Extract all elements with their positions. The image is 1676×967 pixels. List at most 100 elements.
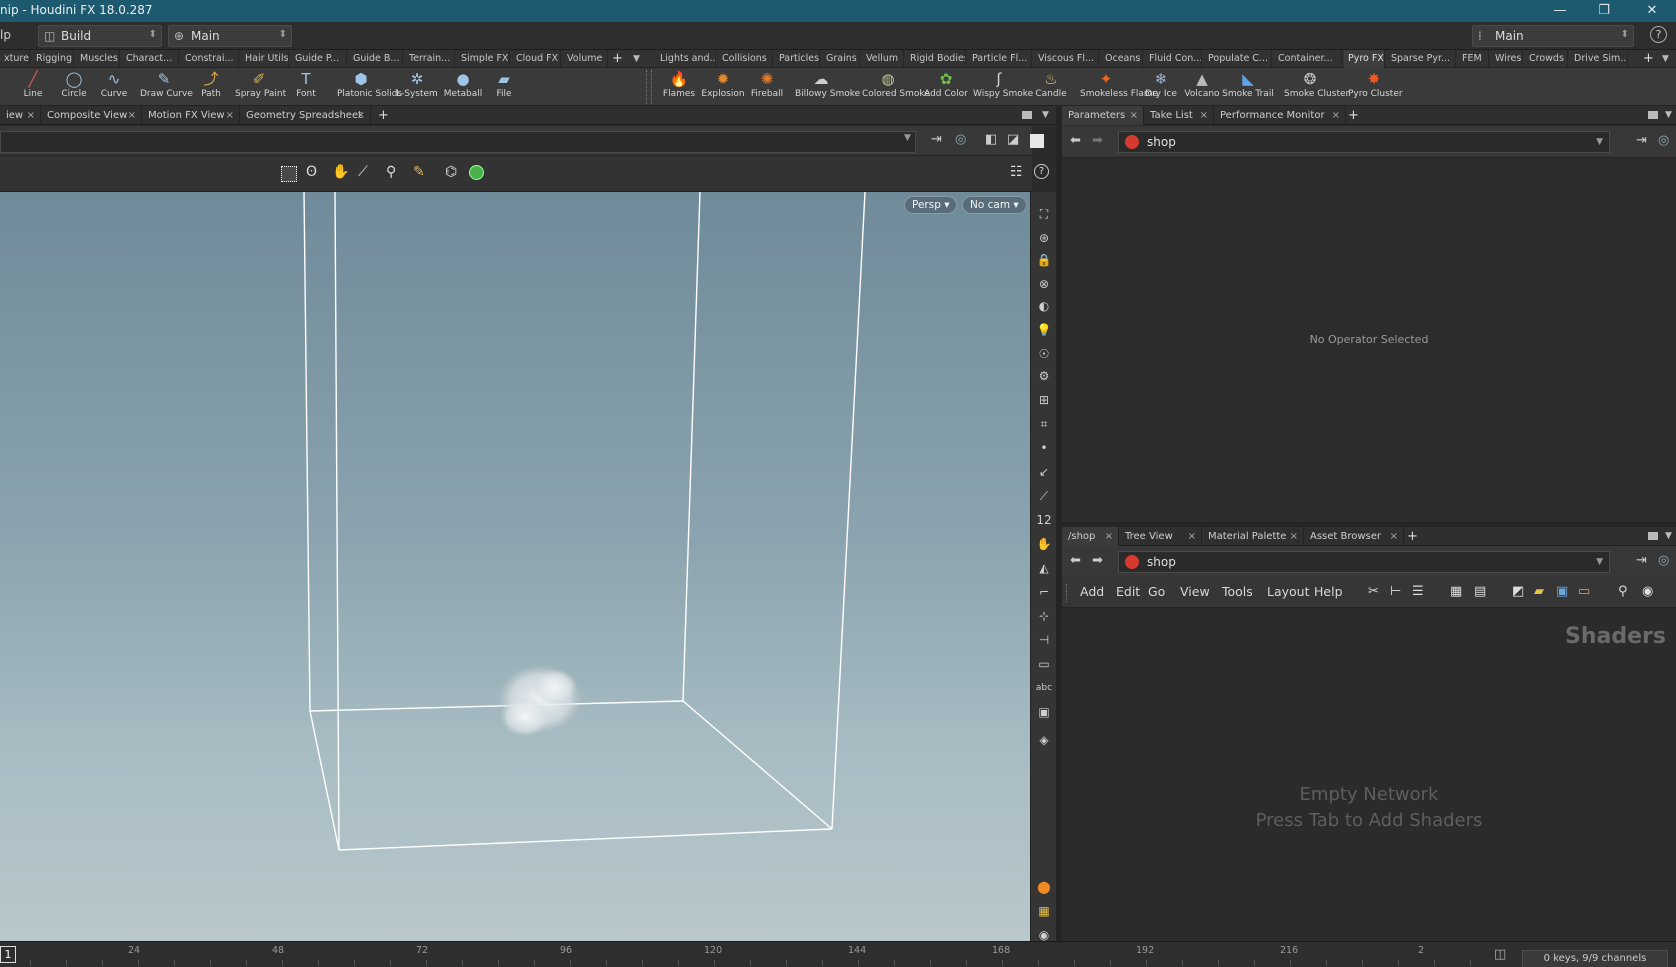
add-pane-tab-icon[interactable]: + bbox=[1348, 106, 1359, 125]
shelf-tab[interactable]: Rigging bbox=[32, 50, 74, 68]
shelf-tab[interactable]: Grains bbox=[822, 50, 860, 68]
light-icon[interactable]: 💡 bbox=[1034, 320, 1054, 340]
shelf-tab[interactable]: Lights and... bbox=[656, 50, 716, 68]
shelf-tab[interactable]: Hair Utils bbox=[241, 50, 289, 68]
pane-tab[interactable]: Tree View × bbox=[1119, 527, 1202, 546]
warning-icon[interactable]: ⬤ bbox=[1034, 877, 1054, 897]
close-tab-icon[interactable]: × bbox=[357, 106, 365, 125]
candle-tool[interactable]: ♨ Candle bbox=[1025, 68, 1077, 106]
vertex-display-icon[interactable]: ⟋ bbox=[1034, 486, 1054, 506]
pane-menu-arrow-icon[interactable]: ▼ bbox=[1665, 527, 1672, 546]
shelf-tab[interactable]: Rigid Bodies bbox=[906, 50, 966, 68]
shelf-tab[interactable]: Oceans bbox=[1101, 50, 1143, 68]
render-view-icon[interactable]: ◪ bbox=[1007, 132, 1019, 147]
pin-icon[interactable]: ⇥ bbox=[1636, 133, 1647, 148]
link-icon[interactable]: ◎ bbox=[1658, 553, 1669, 568]
path-dropdown-arrow-icon[interactable]: ▼ bbox=[1596, 552, 1603, 572]
right-desktop-dropdown[interactable]: ⁞ Main ⬍ bbox=[1472, 25, 1634, 47]
close-tab-icon[interactable]: × bbox=[1105, 527, 1113, 546]
grid-display-icon[interactable]: ⌗ bbox=[1034, 414, 1054, 434]
shelf-tab[interactable]: Crowds bbox=[1525, 50, 1568, 68]
pin-icon[interactable]: ⇥ bbox=[931, 132, 942, 147]
pane-menu-arrow-icon[interactable]: ▼ bbox=[1665, 106, 1672, 125]
point-display-icon[interactable]: • bbox=[1034, 438, 1054, 458]
path-dropdown-arrow-icon[interactable]: ▼ bbox=[904, 133, 911, 143]
hull-display-icon[interactable]: ✋ bbox=[1034, 534, 1054, 554]
perspective-menu[interactable]: Persp ▾ bbox=[904, 196, 958, 214]
link-icon[interactable]: ◎ bbox=[955, 132, 966, 147]
shelf-tab[interactable]: Constrai... bbox=[181, 50, 239, 68]
shelf-tab[interactable]: Particle Fl... bbox=[968, 50, 1032, 68]
network-view-options-icon[interactable]: ◉ bbox=[1642, 584, 1653, 599]
shelf-tab[interactable]: Vellum bbox=[862, 50, 904, 68]
platonic-solids-tool[interactable]: ⬢ Platonic Solids bbox=[337, 68, 402, 106]
add-shelf-tab-icon[interactable]: + bbox=[1643, 50, 1654, 68]
network-menu-help[interactable]: Help bbox=[1314, 584, 1343, 599]
shelf-tab[interactable]: Charact... bbox=[122, 50, 179, 68]
path-tool[interactable]: ⤴ Path bbox=[187, 68, 235, 106]
add-shelf-tab-icon[interactable]: + bbox=[612, 50, 623, 68]
label-display-icon[interactable]: abc bbox=[1034, 678, 1054, 698]
playbar-timeline[interactable]: 1 24 48 72 96 120 144 168 192 216 2 ◫ 0 keys, 9/9… bbox=[0, 941, 1676, 967]
display-options-icon[interactable]: ◧ bbox=[985, 132, 997, 147]
scene-viewport[interactable]: Persp ▾ No cam ▾ bbox=[0, 192, 1030, 941]
smoke-cluster-tool[interactable]: ❂ Smoke Cluster bbox=[1284, 68, 1349, 106]
network-menu-tools[interactable]: Tools bbox=[1222, 584, 1253, 599]
smoke-trail-tool[interactable]: ◣ Smoke Trail bbox=[1222, 68, 1274, 106]
pane-menu-arrow-icon[interactable]: ▼ bbox=[1042, 106, 1049, 125]
wispy-smoke-tool[interactable]: ʃ Wispy Smoke bbox=[973, 68, 1033, 106]
shelf-menu-arrow-icon[interactable]: ▼ bbox=[1662, 50, 1669, 68]
flags-icon[interactable]: ◩ bbox=[1512, 584, 1524, 599]
shelf-tab[interactable]: Fluid Con... bbox=[1145, 50, 1202, 68]
draw-curve-tool[interactable]: ✎ Draw Curve bbox=[140, 68, 193, 106]
border-display-icon[interactable]: ⌐ bbox=[1034, 582, 1054, 602]
minimize-button[interactable]: — bbox=[1538, 0, 1582, 22]
close-tab-icon[interactable]: × bbox=[128, 106, 136, 125]
volcano-tool[interactable]: ▲ Volcano bbox=[1176, 68, 1228, 106]
connectivity-select-icon[interactable]: ⌬ bbox=[445, 164, 457, 180]
shading-icon[interactable]: ◐ bbox=[1034, 296, 1054, 316]
shelf-tab[interactable]: Terrain... bbox=[405, 50, 455, 68]
search-icon[interactable]: ⚲ bbox=[1618, 584, 1628, 599]
bg-display-icon[interactable]: ▭ bbox=[1034, 654, 1054, 674]
help-icon[interactable]: ? bbox=[1650, 26, 1667, 43]
network-menu-go[interactable]: Go bbox=[1148, 584, 1165, 599]
billowy-smoke-tool[interactable]: ☁ Billowy Smoke bbox=[795, 68, 860, 106]
key-filter-icon[interactable]: ◫ bbox=[1494, 947, 1506, 962]
shelf-tab[interactable]: Populate C... bbox=[1204, 50, 1272, 68]
shelf-divider[interactable] bbox=[646, 70, 652, 104]
shelf-tab[interactable]: Guide P... bbox=[291, 50, 347, 68]
close-tab-icon[interactable]: × bbox=[1332, 106, 1340, 125]
forward-arrow-icon[interactable]: ➡ bbox=[1092, 133, 1103, 148]
location-icon[interactable]: ◈ bbox=[1034, 730, 1054, 750]
background-image-icon[interactable]: ▣ bbox=[1556, 584, 1568, 599]
l-system-tool[interactable]: ✲ L-System bbox=[393, 68, 441, 106]
close-button[interactable]: ✕ bbox=[1630, 0, 1674, 22]
fireball-tool[interactable]: ✺ Fireball bbox=[741, 68, 793, 106]
background-toggle-icon[interactable] bbox=[1030, 134, 1044, 148]
pane-maximize-icon[interactable] bbox=[1022, 111, 1032, 119]
forward-arrow-icon[interactable]: ➡ bbox=[1092, 553, 1103, 568]
network-editor[interactable]: Shaders Empty Network Press Tab to Add S… bbox=[1062, 608, 1676, 941]
shelf-tab[interactable]: Container... bbox=[1274, 50, 1342, 68]
box-select-icon[interactable] bbox=[281, 166, 297, 182]
network-menu-edit[interactable]: Edit bbox=[1116, 584, 1140, 599]
add-pane-tab-icon[interactable]: + bbox=[1407, 527, 1418, 546]
lock-icon[interactable]: 🔒 bbox=[1034, 250, 1054, 270]
current-frame-field[interactable]: 1 bbox=[0, 946, 16, 963]
network-path-field[interactable]: shop ▼ bbox=[1118, 551, 1610, 573]
font-tool[interactable]: T Font bbox=[282, 68, 330, 106]
headlight-icon[interactable]: ☉ bbox=[1034, 344, 1054, 364]
display-options-icon[interactable]: ⚙ bbox=[1034, 366, 1054, 386]
pane-tab[interactable]: Geometry Spreadsheet × bbox=[240, 106, 371, 125]
shelf-tab[interactable]: Muscles bbox=[76, 50, 120, 68]
parameters-path-field[interactable]: shop ▼ bbox=[1118, 131, 1610, 153]
desktop-dropdown[interactable]: ◫ Build ⬍ bbox=[38, 25, 162, 47]
paint-select-icon[interactable]: ✎ bbox=[413, 164, 425, 180]
pane-tab[interactable]: Composite View × bbox=[41, 106, 142, 125]
pane-tab[interactable]: Parameters × bbox=[1062, 106, 1144, 125]
shelf-tab[interactable]: Collisions bbox=[718, 50, 773, 68]
help-menu-fragment[interactable]: lp bbox=[0, 28, 11, 42]
network-menu-layout[interactable]: Layout bbox=[1267, 584, 1310, 599]
add-pane-tab-icon[interactable]: + bbox=[378, 106, 389, 125]
